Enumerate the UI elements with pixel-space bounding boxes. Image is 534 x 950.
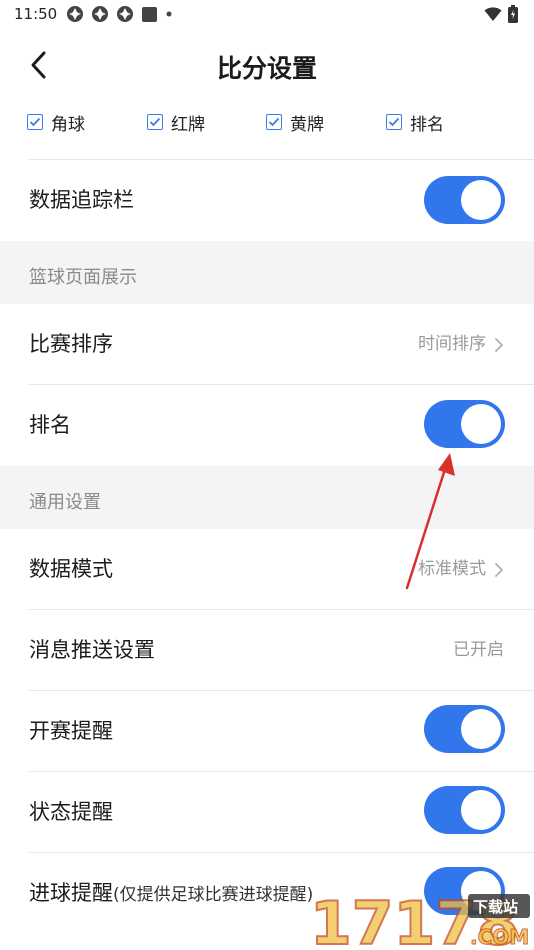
watermark-domain: .COM [470, 925, 529, 949]
row-label: 排名 [29, 413, 71, 437]
app-icon [116, 5, 134, 23]
filter-label: 红牌 [171, 114, 205, 135]
filter-ranking[interactable]: 排名 [386, 110, 444, 135]
filter-label: 黄牌 [290, 114, 324, 135]
square-icon [141, 6, 158, 23]
row-data-tracker: 数据追踪栏 [0, 160, 534, 241]
row-data-mode[interactable]: 数据模式 标准模式 [0, 529, 534, 610]
filter-corner-kick[interactable]: 角球 [27, 110, 85, 135]
battery-icon [508, 5, 518, 23]
checkbox-checked-icon[interactable] [27, 114, 43, 130]
row-label: 进球提醒(仅提供足球比赛进球提醒) [29, 853, 313, 934]
row-status-reminder: 状态提醒 [0, 772, 534, 853]
chevron-right-icon [494, 562, 504, 578]
header: 比分设置 [0, 32, 534, 98]
filter-label: 排名 [410, 114, 444, 135]
status-icons-left [66, 5, 180, 23]
filter-label: 角球 [51, 114, 85, 135]
app-icon [91, 5, 109, 23]
push-settings-value: 已开启 [453, 640, 504, 660]
section-title: 通用设置 [29, 492, 101, 513]
match-start-reminder-toggle[interactable] [424, 705, 505, 753]
match-sort-value: 时间排序 [418, 334, 486, 354]
row-label: 消息推送设置 [29, 638, 155, 662]
app-icon [66, 5, 84, 23]
wifi-icon [484, 6, 502, 22]
section-title: 篮球页面展示 [29, 267, 137, 288]
page-title: 比分设置 [216, 54, 317, 83]
row-value: 时间排序 [418, 304, 504, 385]
checkbox-checked-icon[interactable] [147, 114, 163, 130]
data-tracker-toggle[interactable] [424, 176, 505, 224]
toggle-knob [461, 404, 501, 444]
data-mode-value: 标准模式 [418, 559, 486, 579]
filter-checkboxes: 角球 红牌 黄牌 排名 [0, 104, 534, 140]
row-ranking: 排名 [0, 385, 534, 466]
row-label: 开赛提醒 [29, 719, 113, 743]
goal-reminder-label: 进球提醒 [29, 881, 113, 905]
row-label: 状态提醒 [29, 800, 113, 824]
toggle-knob [461, 180, 501, 220]
checkbox-checked-icon[interactable] [386, 114, 402, 130]
toggle-knob [461, 709, 501, 749]
watermark-badge: 下载站 [473, 898, 518, 916]
status-bar: 11:50 [0, 0, 534, 30]
status-time: 11:50 [14, 5, 58, 23]
row-push-settings[interactable]: 消息推送设置 已开启 [0, 610, 534, 691]
filter-red-card[interactable]: 红牌 [147, 110, 205, 135]
toggle-knob [461, 790, 501, 830]
checkbox-checked-icon[interactable] [266, 114, 282, 130]
ranking-toggle[interactable] [424, 400, 505, 448]
goal-reminder-note: (仅提供足球比赛进球提醒) [113, 885, 314, 905]
section-general: 通用设置 [0, 466, 534, 529]
filter-yellow-card[interactable]: 黄牌 [266, 110, 324, 135]
row-label: 比赛排序 [29, 332, 113, 356]
status-icons-right [484, 5, 518, 23]
row-match-start-reminder: 开赛提醒 [0, 691, 534, 772]
row-value: 标准模式 [418, 529, 504, 610]
status-reminder-toggle[interactable] [424, 786, 505, 834]
row-match-sort[interactable]: 比赛排序 时间排序 [0, 304, 534, 385]
chevron-right-icon [494, 337, 504, 353]
dot-icon [165, 10, 173, 18]
row-label: 数据追踪栏 [29, 188, 134, 212]
row-label: 数据模式 [29, 557, 113, 581]
watermark-logo: 17178 下载站 .COM [309, 880, 534, 950]
section-basketball: 篮球页面展示 [0, 241, 534, 304]
